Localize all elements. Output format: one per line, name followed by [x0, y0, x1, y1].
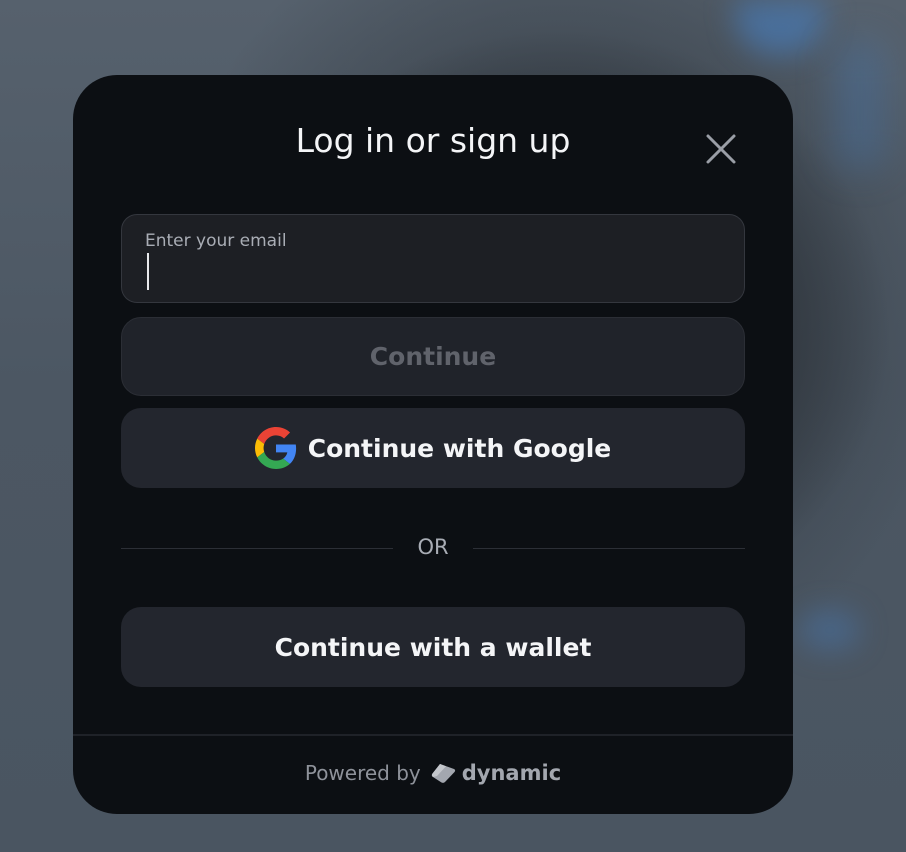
- login-modal: Log in or sign up Enter your email Conti…: [73, 75, 793, 814]
- dynamic-logo[interactable]: dynamic: [431, 761, 561, 785]
- dynamic-brand-text: dynamic: [461, 761, 562, 785]
- text-caret: [147, 253, 149, 290]
- powered-by-text: Powered by: [304, 761, 421, 785]
- footer-divider: [73, 734, 793, 736]
- continue-with-wallet-button[interactable]: Continue with a wallet: [121, 607, 745, 687]
- dynamic-logo-icon: [431, 763, 456, 783]
- continue-with-google-label: Continue with Google: [307, 433, 612, 463]
- email-field-label: Enter your email: [145, 231, 287, 251]
- continue-button-label: Continue: [369, 342, 497, 371]
- powered-by-footer: Powered by dynamic: [73, 761, 793, 785]
- continue-with-wallet-label: Continue with a wallet: [274, 632, 592, 662]
- continue-with-google-button[interactable]: Continue with Google: [121, 408, 745, 488]
- divider-line: [473, 548, 745, 549]
- close-icon: [706, 134, 736, 164]
- google-logo-icon: [254, 427, 297, 469]
- email-field[interactable]: Enter your email: [121, 214, 745, 303]
- email-input[interactable]: [144, 253, 714, 289]
- continue-button[interactable]: Continue: [121, 317, 745, 396]
- background-glow: [800, 610, 860, 650]
- close-button[interactable]: [701, 129, 741, 169]
- divider-line: [121, 548, 393, 549]
- modal-title: Log in or sign up: [295, 121, 571, 160]
- or-divider-label: OR: [417, 535, 449, 559]
- background-glow: [835, 40, 885, 170]
